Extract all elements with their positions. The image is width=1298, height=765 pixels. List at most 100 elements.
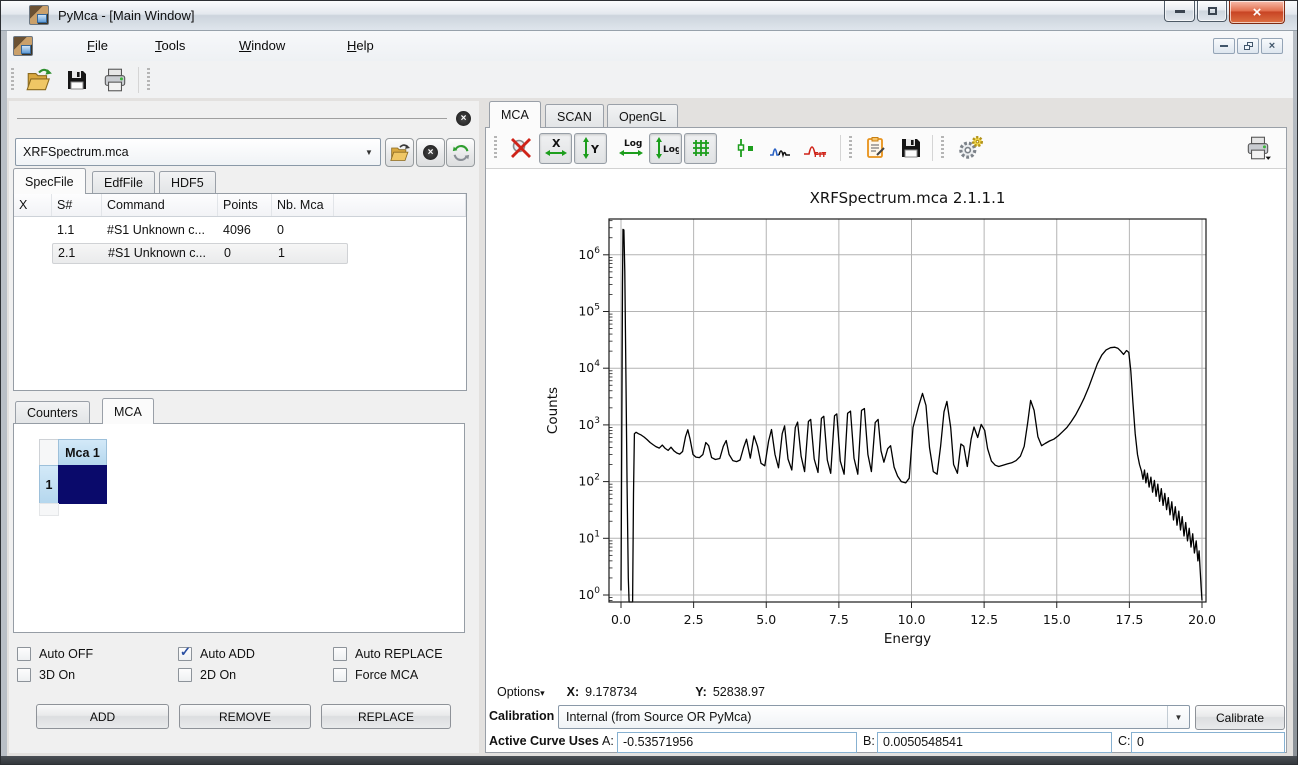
tab-edffile[interactable]: EdfFile xyxy=(92,171,155,194)
tab-counters[interactable]: Counters xyxy=(15,401,90,424)
print-button[interactable] xyxy=(98,65,132,95)
checkbox-auto-replace[interactable]: ✓Auto REPLACE xyxy=(333,647,443,661)
cursor-x-value: 9.178734 xyxy=(585,685,637,699)
checkbox-icon: ✓ xyxy=(333,647,347,661)
svg-text:17.5: 17.5 xyxy=(1115,612,1143,627)
calibrate-button[interactable]: Calibrate xyxy=(1195,705,1285,730)
svg-text:104: 104 xyxy=(578,359,600,375)
grid-button[interactable] xyxy=(684,133,717,164)
plot-print-button[interactable] xyxy=(1241,133,1274,164)
x-autoscale-icon: X xyxy=(544,136,568,160)
window-border-right xyxy=(1293,31,1298,756)
checkbox-3d-on[interactable]: ✓3D On xyxy=(17,668,75,682)
menu-tools[interactable]: Tools xyxy=(145,35,195,56)
x-autoscale-button[interactable]: X xyxy=(539,133,572,164)
coef-b-field[interactable]: 0.0050548541 xyxy=(877,732,1112,753)
minimize-icon xyxy=(1175,10,1185,13)
gear-icon xyxy=(956,134,986,162)
replace-button[interactable]: REPLACE xyxy=(321,704,451,729)
coef-a-field[interactable]: -0.53571956 xyxy=(617,732,857,753)
column-header-scan[interactable]: S# xyxy=(52,194,102,216)
column-header-x[interactable]: X xyxy=(14,194,52,216)
coef-c-field[interactable]: 0 xyxy=(1131,732,1285,753)
source-file-combobox[interactable]: XRFSpectrum.mca ▼ xyxy=(15,138,381,166)
svg-text:12.5: 12.5 xyxy=(970,612,998,627)
preferences-button[interactable] xyxy=(951,133,991,164)
menu-file[interactable]: File xyxy=(77,35,118,56)
mdi-restore-button[interactable] xyxy=(1237,38,1259,54)
child-window-icon[interactable] xyxy=(13,36,33,56)
y-log-button[interactable]: Log xyxy=(649,133,682,164)
calibration-combobox[interactable]: Internal (from Source OR PyMca) ▼ xyxy=(558,705,1190,729)
crosshair-marker-button[interactable] xyxy=(728,133,761,164)
svg-text:Y: Y xyxy=(590,143,600,156)
fit-button[interactable]: FIT xyxy=(798,133,831,164)
tab-opengl[interactable]: OpenGL xyxy=(607,104,678,128)
peak-search-button[interactable] xyxy=(763,133,796,164)
maximize-icon xyxy=(1208,7,1217,15)
column-header-command[interactable]: Command xyxy=(102,194,218,216)
maximize-button[interactable] xyxy=(1197,1,1227,22)
copy-to-clipboard-button[interactable] xyxy=(859,133,892,164)
mca-row-header[interactable]: 1 xyxy=(39,465,59,504)
toolbar-grip-2[interactable] xyxy=(147,68,150,92)
y-log-icon: Log xyxy=(653,136,679,160)
mca-selected-cell[interactable] xyxy=(58,465,107,504)
checkbox-2d-on[interactable]: ✓2D On xyxy=(178,668,236,682)
plot-save-button[interactable] xyxy=(894,133,927,164)
checkbox-icon: ✓ xyxy=(17,668,31,682)
save-button[interactable] xyxy=(60,65,94,95)
checkbox-force-mca[interactable]: ✓Force MCA xyxy=(333,668,418,682)
svg-text:101: 101 xyxy=(578,529,600,545)
dock-handle[interactable] xyxy=(17,118,447,119)
plot-toolbar-grip-2[interactable] xyxy=(849,136,852,160)
source-open-button[interactable] xyxy=(385,138,414,167)
menu-help[interactable]: Help xyxy=(337,35,384,56)
plot-toolbar-grip[interactable] xyxy=(494,136,497,160)
column-header-nbmca[interactable]: Nb. Mca xyxy=(272,194,334,216)
close-button[interactable]: × xyxy=(1229,1,1285,24)
tab-mca-selector[interactable]: MCA xyxy=(102,398,154,424)
remove-button[interactable]: REMOVE xyxy=(179,704,311,729)
close-source-icon: × xyxy=(423,145,438,160)
zoom-reset-button[interactable] xyxy=(504,133,537,164)
add-button[interactable]: ADD xyxy=(36,704,169,729)
svg-text:105: 105 xyxy=(578,303,600,319)
dock-close-button[interactable]: × xyxy=(456,111,471,126)
title-bar: PyMca - [Main Window] × xyxy=(1,1,1298,31)
mdi-minimize-button[interactable] xyxy=(1213,38,1235,54)
tab-specfile[interactable]: SpecFile xyxy=(13,168,86,194)
svg-text:7.5: 7.5 xyxy=(829,612,849,627)
y-autoscale-icon: Y xyxy=(579,136,603,160)
mdi-close-button[interactable]: × xyxy=(1261,38,1283,54)
source-refresh-button[interactable] xyxy=(446,138,475,167)
checkbox-auto-add[interactable]: ✓Auto ADD xyxy=(178,647,255,661)
crosshair-marker-icon xyxy=(733,136,757,160)
minimize-button[interactable] xyxy=(1164,1,1195,22)
combo-dropdown-icon: ▼ xyxy=(358,148,380,157)
column-header-points[interactable]: Points xyxy=(218,194,272,216)
spectrum-plot[interactable]: 0.02.55.07.510.012.515.017.520.010010110… xyxy=(486,169,1286,677)
scan-row-1[interactable]: 1.1 #S1 Unknown c... 4096 0 xyxy=(14,219,466,241)
x-log-button[interactable]: Log xyxy=(614,133,647,164)
menu-window[interactable]: Window xyxy=(229,35,295,56)
mca-column-header[interactable]: Mca 1 xyxy=(58,439,107,466)
checkbox-auto-off[interactable]: ✓Auto OFF xyxy=(17,647,93,661)
plot-toolbar-grip-3[interactable] xyxy=(941,136,944,160)
save-icon xyxy=(65,68,89,92)
toolbar-grip[interactable] xyxy=(11,68,14,92)
tab-scan[interactable]: SCAN xyxy=(545,104,604,128)
y-autoscale-button[interactable]: Y xyxy=(574,133,607,164)
scan-row-2-selected[interactable]: 2.1 #S1 Unknown c... 0 1 xyxy=(14,243,466,265)
main-toolbar xyxy=(7,61,1293,98)
cursor-y-value: 52838.97 xyxy=(713,685,765,699)
open-file-button[interactable] xyxy=(22,65,56,95)
checkbox-icon: ✓ xyxy=(178,668,192,682)
options-button[interactable]: Options▾ xyxy=(497,685,545,699)
tab-mca[interactable]: MCA xyxy=(489,101,541,128)
spectrum-plot-canvas[interactable]: 0.02.55.07.510.012.515.017.520.010010110… xyxy=(486,169,1286,677)
source-close-button[interactable]: × xyxy=(416,138,445,167)
checkbox-icon: ✓ xyxy=(17,647,31,661)
tab-hdf5[interactable]: HDF5 xyxy=(159,171,216,194)
mdi-restore-icon xyxy=(1244,42,1253,50)
